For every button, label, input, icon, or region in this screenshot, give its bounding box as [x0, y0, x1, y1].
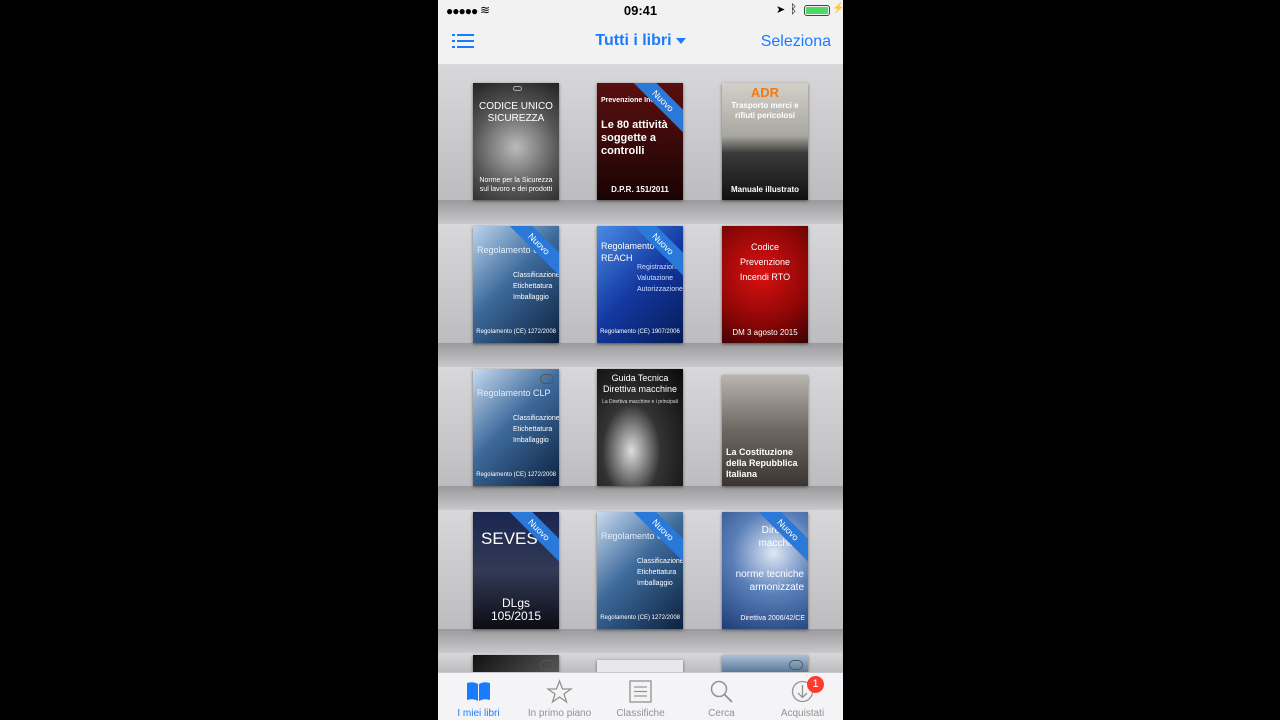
tab-label: I miei libri: [457, 708, 500, 719]
navigation-bar: Tutti i libri Seleziona: [438, 20, 843, 64]
book-subtitle: La Direttiva macchine e i principali: [602, 399, 678, 405]
book-subtitle: norme tecniche armonizzate: [735, 569, 804, 593]
book-cover[interactable]: Direttiva macchine norme tecniche armoni…: [722, 512, 808, 629]
book-subtitle: Classificazione Etichettatura Imballaggi…: [513, 272, 559, 301]
tab-label: Acquistati: [780, 708, 825, 719]
book-subtitle: Classificazione Etichettatura Imballaggi…: [513, 415, 559, 444]
book-cover[interactable]: Regolamento REACH Registrazione Valutazi…: [597, 226, 683, 343]
book-title: Guida Tecnica Direttiva macchine: [602, 373, 678, 394]
book-cover[interactable]: [597, 660, 683, 672]
book-footer: Direttiva 2006/42/CE: [740, 615, 805, 622]
book-title: La Costituzione della Repubblica Italian…: [726, 447, 798, 479]
battery-icon: [804, 5, 830, 16]
collection-title: Tutti i libri: [595, 32, 672, 49]
tab-purchased[interactable]: 1 Acquistati: [762, 673, 843, 720]
book-open-icon: [467, 682, 490, 701]
star-icon: [546, 679, 573, 704]
cloud-download-icon[interactable]: [789, 660, 803, 670]
book-cover[interactable]: [473, 655, 559, 672]
book-cover[interactable]: SEVESO DLgs 105/2015 Nuovo: [473, 512, 559, 629]
search-icon: [710, 680, 733, 703]
tab-label: In primo piano: [527, 708, 592, 719]
location-arrow-icon: ➤: [776, 4, 786, 16]
caret-down-icon: [675, 37, 686, 44]
charging-bolt-icon: ⚡: [832, 3, 843, 14]
book-footer: DLgs 105/2015: [490, 596, 542, 623]
book-cover[interactable]: Prevenzione Incendi Le 80 attività sogge…: [597, 83, 683, 200]
tab-featured[interactable]: In primo piano: [519, 673, 600, 720]
book-cover[interactable]: ADR Trasporto merci e rifiuti pericolosi…: [722, 83, 808, 200]
book-footer: Regolamento (CE) 1907/2006: [600, 329, 680, 335]
tab-search[interactable]: Cerca: [681, 673, 762, 720]
book-cover[interactable]: Codice Prevenzione Incendi RTO DM 3 agos…: [722, 226, 808, 343]
book-footer: D.P.R. 151/2011: [611, 185, 669, 194]
cloud-download-icon[interactable]: [540, 374, 554, 384]
book-footer: Regolamento (CE) 1272/2008: [476, 472, 556, 478]
book-title: CODICE UNICO SICUREZZA: [479, 101, 553, 124]
book-footer: DM 3 agosto 2015: [732, 328, 798, 337]
book-subtitle: Trasporto merci e rifiuti pericolosi: [731, 101, 799, 120]
book-cover[interactable]: Regolamento CLP Classificazione Etichett…: [473, 369, 559, 486]
bluetooth-icon: ᛒ: [790, 2, 798, 16]
status-bar: ●●●●● ≋ 09:41 ➤ ᛒ ⚡: [438, 0, 843, 20]
notification-badge: 1: [807, 676, 824, 693]
shelf-divider: [438, 629, 843, 653]
book-cover[interactable]: Regolamento CLP Classificazione Etichett…: [473, 226, 559, 343]
book-title: ADR: [750, 85, 780, 100]
book-cover[interactable]: Guida Tecnica Direttiva macchine La Dire…: [597, 369, 683, 486]
tab-bar: I miei libri In primo piano Classifiche …: [438, 672, 843, 720]
shelf-divider: [438, 200, 843, 224]
book-cover[interactable]: CODICE UNICO SICUREZZA Norme per la Sicu…: [473, 83, 559, 200]
book-subtitle: Registrazione Valutazione Autorizzazione: [637, 264, 683, 293]
shelf-divider: [438, 486, 843, 510]
book-cover[interactable]: La Costituzione della Repubblica Italian…: [722, 375, 808, 486]
publisher-logo-icon: [513, 86, 522, 91]
book-subtitle: Norme per la Sicurezza sul lavoro e dei …: [479, 177, 553, 193]
select-button[interactable]: Seleziona: [761, 33, 831, 51]
book-title: Codice Prevenzione Incendi RTO: [739, 242, 791, 282]
book-footer: Manuale illustrato: [730, 185, 799, 194]
cloud-download-icon[interactable]: [540, 660, 554, 670]
shelf-divider: [438, 343, 843, 367]
phone-screen: ●●●●● ≋ 09:41 ➤ ᛒ ⚡ Tutti i libri Selezi…: [438, 0, 843, 720]
tab-label: Classifiche: [616, 708, 665, 719]
book-title: Regolamento CLP: [477, 388, 551, 398]
list-icon: [629, 680, 652, 703]
book-subtitle: Classificazione Etichettatura Imballaggi…: [637, 558, 683, 587]
book-footer: Regolamento (CE) 1272/2008: [600, 615, 680, 621]
tab-charts[interactable]: Classifiche: [600, 673, 681, 720]
book-cover[interactable]: [722, 655, 808, 672]
book-footer: Regolamento (CE) 1272/2008: [476, 329, 556, 335]
tab-label: Cerca: [708, 708, 735, 719]
book-subtitle: Le 80 attività soggette a controlli: [601, 119, 668, 157]
tab-my-books[interactable]: I miei libri: [438, 673, 519, 720]
book-cover[interactable]: Regolamento CLP Classificazione Etichett…: [597, 512, 683, 629]
